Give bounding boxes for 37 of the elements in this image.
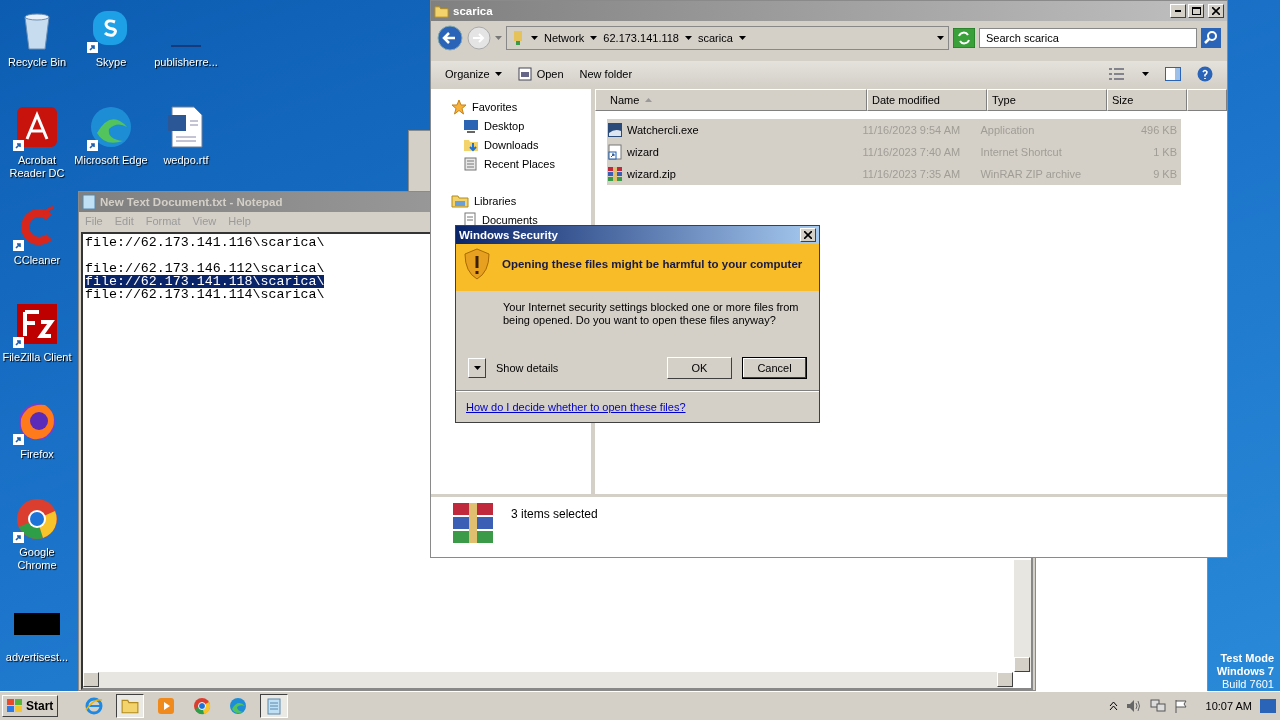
desktop-icon-label: Google Chrome bbox=[16, 546, 58, 572]
nav-label: Libraries bbox=[474, 194, 517, 207]
desktop-icon-label: Skype bbox=[95, 56, 127, 69]
nav-label: Desktop bbox=[484, 119, 525, 132]
desktop-icon-label: Acrobat Reader DC bbox=[8, 154, 66, 180]
warning-heading: Opening these files might be harmful to your computer bbox=[502, 257, 803, 271]
nav-label: Recent Places bbox=[484, 157, 555, 170]
dialog-title: Windows Security bbox=[459, 228, 558, 241]
nav-label: Downloads bbox=[484, 138, 539, 151]
details-toggle-label: Show details bbox=[496, 362, 559, 375]
text-line: file://62.173.141.116\scarica\ bbox=[85, 236, 325, 249]
os-notice-text: Test Mode bbox=[1220, 652, 1274, 665]
os-notice-text: Windows 7 bbox=[1216, 665, 1274, 678]
column-label: Type bbox=[992, 94, 1016, 106]
file-name: wizard.zip bbox=[627, 168, 676, 180]
column-label: Size bbox=[1112, 94, 1134, 106]
text-line: file://62.173.146.112\scarica\ bbox=[85, 262, 325, 275]
desktop-icon-label: FileZilla Client bbox=[2, 351, 72, 364]
nav-label: Favorites bbox=[472, 100, 518, 113]
desktop-icon-label: CCleaner bbox=[13, 254, 61, 267]
desktop-icon-label: Firefox bbox=[20, 448, 54, 461]
desktop-icon-label: advertisest... bbox=[5, 651, 69, 664]
column-label: Name bbox=[610, 94, 640, 106]
os-notice-text: Build 7601 bbox=[1222, 678, 1274, 691]
nav-label: Documents bbox=[482, 213, 538, 226]
desktop-icon-label: Recycle Bin bbox=[7, 56, 67, 69]
file-name: wizard bbox=[627, 146, 659, 158]
selection-status: 3 items selected bbox=[511, 507, 598, 521]
column-label: Date modified bbox=[872, 94, 940, 106]
window-title: scarica bbox=[453, 5, 493, 17]
desktop-icon-label: wedpo.rtf bbox=[163, 154, 209, 167]
desktop-icon-label: publisherre... bbox=[154, 56, 218, 69]
desktop-icon-label: Microsoft Edge bbox=[74, 154, 148, 167]
warning-message: Your Internet security settings blocked one or more files from being opened. Do you want to open these files anyway? bbox=[503, 301, 800, 328]
file-name: Watchercli.exe bbox=[627, 124, 699, 136]
window-title: New Text Document.txt - Notepad bbox=[100, 196, 283, 208]
text-line: file://62.173.141.114\scarica\ bbox=[85, 288, 325, 301]
